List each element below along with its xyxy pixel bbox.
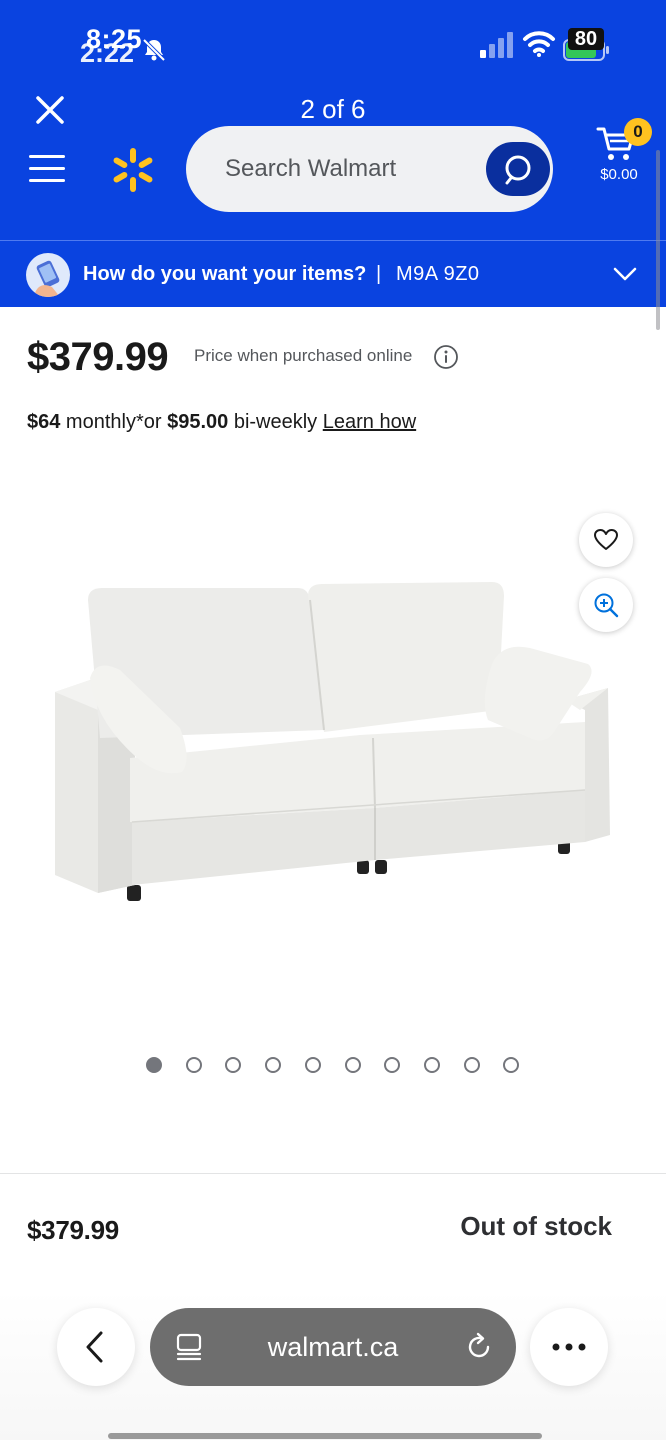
carousel-dot[interactable]	[503, 1057, 520, 1073]
image-carousel-dots	[146, 1056, 526, 1074]
delivery-phone-icon	[26, 253, 70, 297]
browser-address-bar[interactable]: walmart.ca	[150, 1308, 516, 1386]
product-price: $379.99	[27, 335, 169, 379]
walmart-spark-logo-icon[interactable]	[110, 147, 156, 193]
close-icon[interactable]	[34, 94, 66, 126]
price-note: Price when purchased online	[194, 346, 413, 365]
more-options-icon	[552, 1343, 586, 1351]
carousel-dot[interactable]	[304, 1057, 321, 1073]
carousel-dot[interactable]	[423, 1057, 440, 1073]
cart-count-badge: 0	[624, 118, 652, 146]
status-time: 2:22 8:25	[80, 24, 190, 68]
heart-icon	[594, 529, 618, 550]
search-input[interactable]: Search Walmart	[225, 152, 396, 186]
cellular-signal-icon	[480, 32, 513, 58]
installment-biweekly-text: bi-weekly	[228, 411, 323, 433]
cart-total: $0.00	[600, 166, 638, 183]
learn-how-link[interactable]: Learn how	[323, 411, 416, 433]
carousel-dot[interactable]	[225, 1057, 242, 1073]
info-icon[interactable]	[433, 344, 459, 370]
zoom-in-icon	[594, 593, 619, 618]
cart-button[interactable]: 0 $0.00	[590, 118, 656, 190]
carousel-dot[interactable]	[384, 1057, 401, 1073]
stock-status: Out of stock	[460, 1211, 612, 1241]
browser-url[interactable]: walmart.ca	[150, 1330, 516, 1364]
delivery-postal-code: M9A 9Z0	[396, 263, 480, 285]
search-icon	[505, 155, 531, 185]
carousel-dot[interactable]	[463, 1057, 480, 1073]
bell-slash-icon	[142, 38, 166, 62]
carousel-dot[interactable]	[146, 1057, 162, 1073]
carousel-dot[interactable]	[344, 1057, 361, 1073]
delivery-question: How do you want your items?	[83, 263, 367, 285]
browser-more-button[interactable]	[530, 1308, 608, 1386]
search-bar[interactable]: Search Walmart	[186, 126, 553, 212]
installment-monthly-text: monthly*or	[60, 411, 168, 433]
footer-divider	[0, 1173, 666, 1174]
carousel-dot[interactable]	[185, 1057, 202, 1073]
installment-monthly-amount: $64	[27, 411, 61, 433]
status-time-primary: 8:25	[86, 24, 143, 54]
app-header: 2:22 8:25 80 2 of 6 Search Walmart 0 $0.…	[0, 0, 666, 240]
browser-back-button[interactable]	[57, 1308, 135, 1386]
carousel-dot[interactable]	[265, 1057, 282, 1073]
chevron-down-icon[interactable]	[612, 263, 638, 285]
scroll-indicator	[656, 150, 660, 330]
reload-icon[interactable]	[464, 1332, 494, 1362]
page-counter: 2 of 6	[300, 94, 366, 124]
search-button[interactable]	[486, 142, 550, 196]
footer-price: $379.99	[27, 1215, 119, 1245]
battery-level: 80	[568, 28, 604, 50]
home-indicator	[108, 1433, 542, 1439]
delivery-separator: |	[376, 263, 382, 285]
installment-biweekly-amount: $95.00	[167, 411, 229, 433]
zoom-button[interactable]	[579, 578, 633, 632]
favorite-button[interactable]	[579, 513, 633, 567]
wifi-icon	[523, 31, 555, 57]
installment-info: $64 monthly*or $95.00 bi-weekly Learn ho…	[27, 408, 416, 436]
delivery-options-bar[interactable]: How do you want your items? | M9A 9Z0	[0, 240, 666, 307]
product-image-sofa[interactable]	[40, 560, 630, 910]
menu-icon[interactable]	[28, 153, 66, 185]
chevron-left-icon	[86, 1331, 103, 1363]
